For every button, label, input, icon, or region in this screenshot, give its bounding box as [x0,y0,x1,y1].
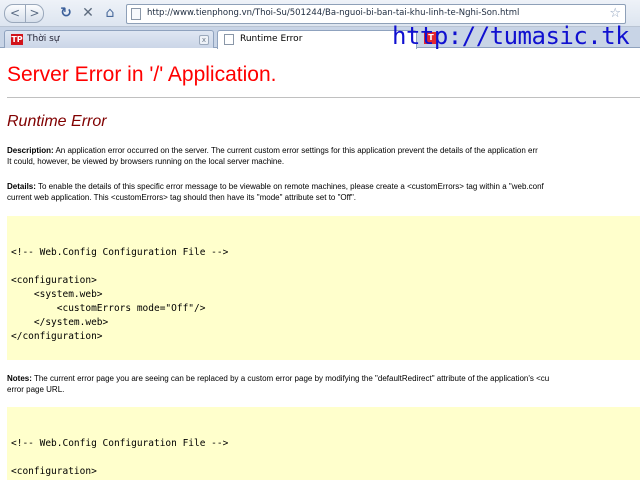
home-icon[interactable]: ⌂ [101,4,119,23]
page-icon [131,8,141,20]
description-label: Description: [7,146,54,155]
back-button[interactable]: < [4,4,26,23]
close-tab-icon[interactable]: x [199,35,209,45]
details-text-2: current web application. This <customErr… [7,192,357,202]
notes-paragraph: Notes: The current error page you are se… [7,374,640,395]
stop-icon[interactable]: ✕ [79,4,97,23]
code-block-config: <!-- Web.Config Configuration File --> <… [7,216,640,360]
notes-label: Notes: [7,374,32,383]
page-title: Server Error in '/' Application. [7,63,277,86]
description-paragraph: Description: An application error occurr… [7,146,640,167]
page-favicon-icon [224,34,234,45]
details-label: Details: [7,182,36,191]
watermark-text: http://tumasic.tk [392,22,630,50]
tab-label: Thời sự [27,34,60,44]
address-bar[interactable]: http://www.tienphong.vn/Thoi-Su/501244/B… [126,4,626,24]
url-text[interactable]: http://www.tienphong.vn/Thoi-Su/501244/B… [147,8,519,18]
forward-button[interactable]: > [25,4,44,23]
tienphong-favicon-icon: TP [11,34,23,45]
notes-text-2: error page URL. [7,384,65,394]
description-text-2: It could, however, be viewed by browsers… [7,156,285,166]
tab-runtime-error[interactable]: Runtime Error [217,30,417,49]
tab-label: Runtime Error [240,34,303,44]
description-text: An application error occurred on the ser… [53,146,538,155]
page-content: Server Error in '/' Application. Runtime… [0,49,640,480]
bookmark-star-icon[interactable]: ☆ [609,5,621,23]
details-paragraph: Details: To enable the details of this s… [7,182,640,203]
divider [7,97,640,98]
reload-icon[interactable]: ↻ [57,4,75,23]
notes-text: The current error page you are seeing ca… [31,374,550,383]
code-block-config-2: <!-- Web.Config Configuration File --> <… [7,407,640,480]
details-text: To enable the details of this specific e… [35,182,544,191]
tab-thoi-su[interactable]: TP Thời sự x [4,30,214,48]
error-subtitle: Runtime Error [7,113,107,130]
